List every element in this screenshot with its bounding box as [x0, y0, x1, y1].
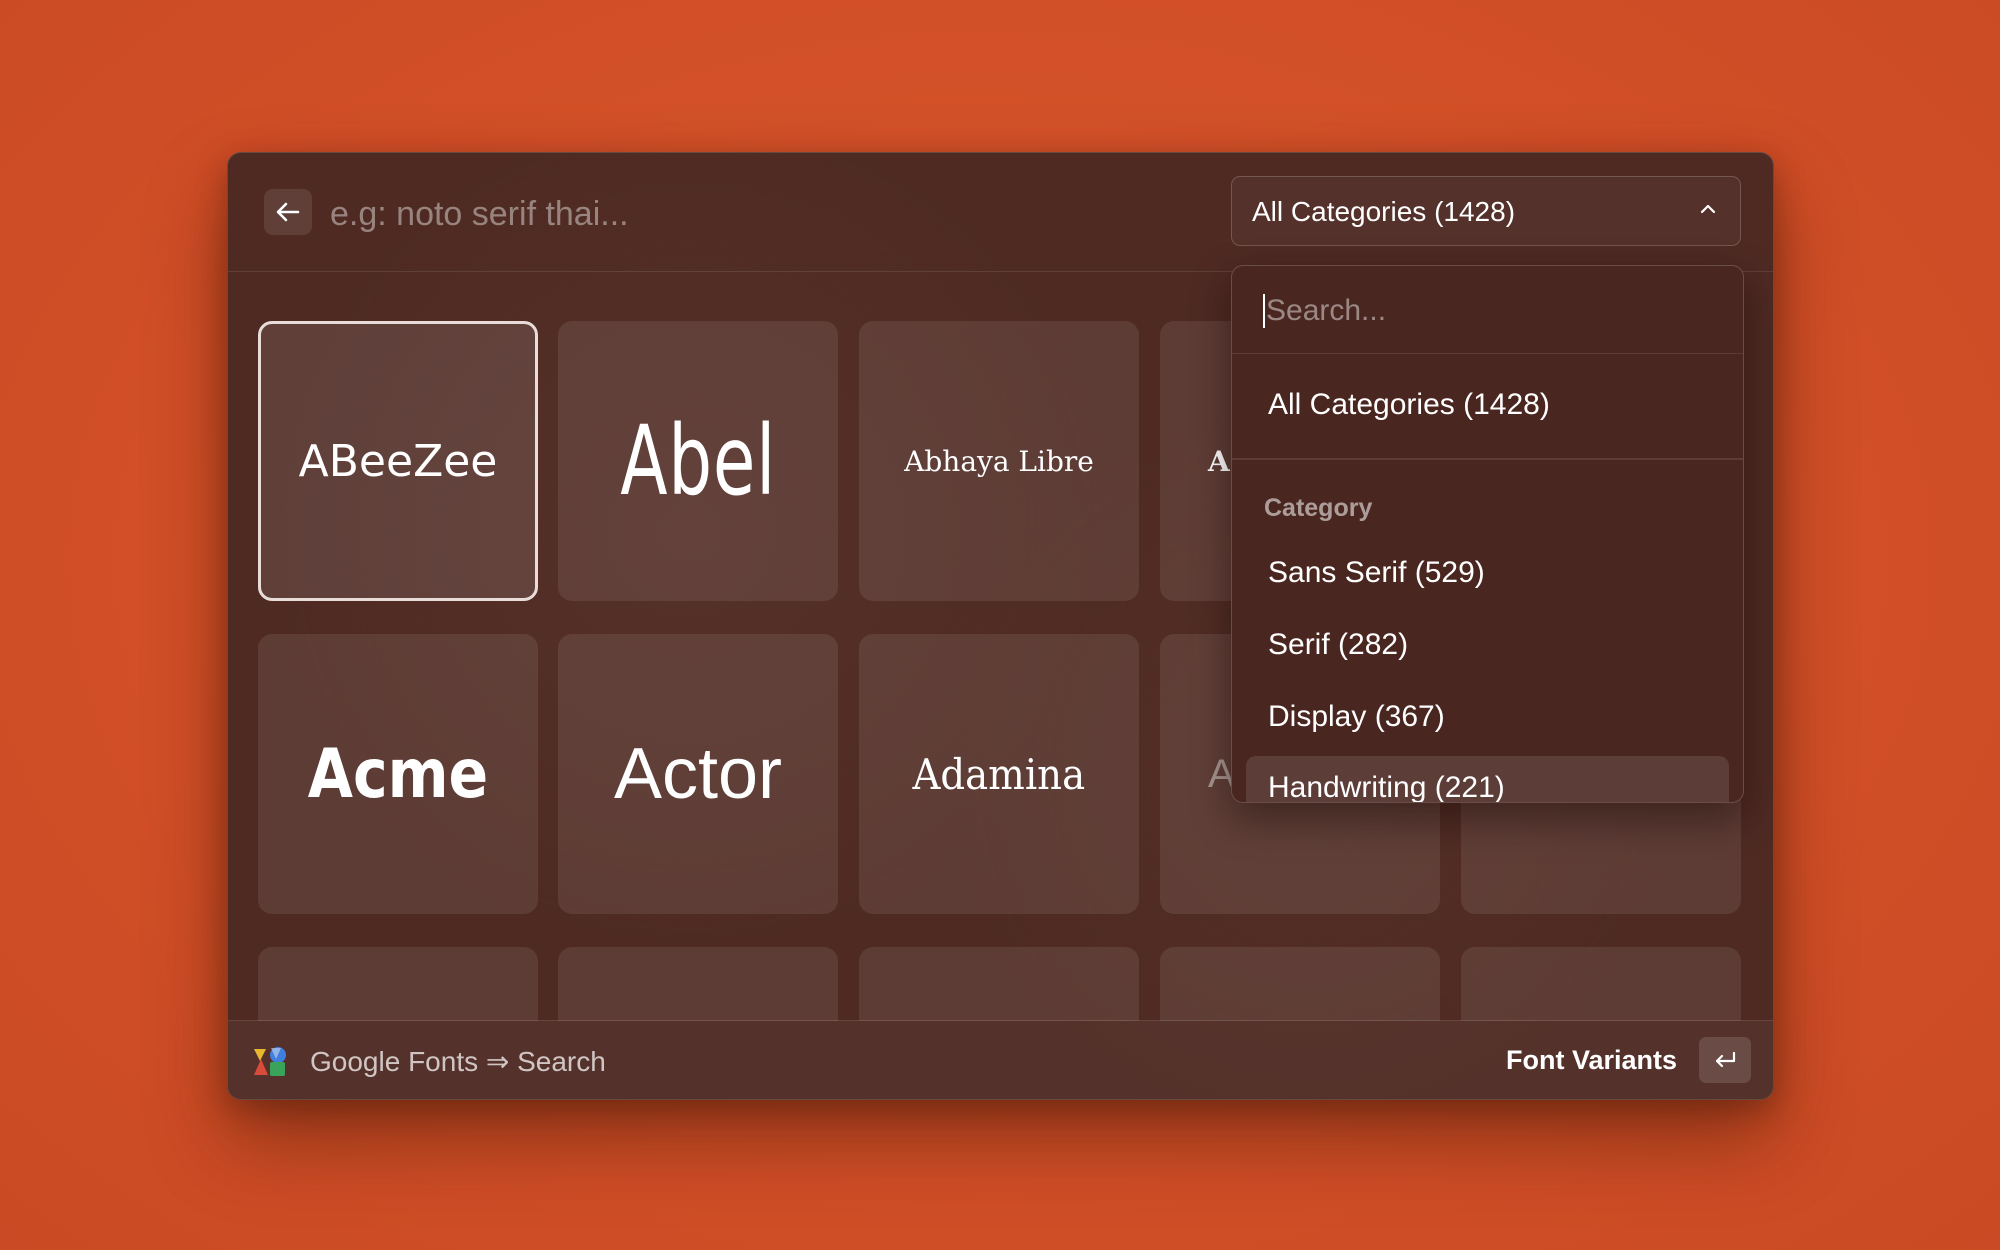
primary-action-label[interactable]: Font Variants: [1506, 1045, 1677, 1076]
category-select[interactable]: All Categories (1428): [1231, 176, 1741, 246]
dropdown-group-label: Category: [1264, 494, 1373, 522]
launcher-window: All Categories (1428) ABeeZee Abel Abhay…: [227, 152, 1774, 1100]
font-card-actor[interactable]: Actor: [558, 634, 838, 914]
action-bar: Google Fonts ⇒ Search Font Variants: [228, 1020, 1773, 1099]
search-header: All Categories (1428): [228, 153, 1773, 272]
font-preview: Abel: [620, 405, 776, 517]
font-card[interactable]: [1160, 947, 1440, 1021]
font-preview: Actor: [613, 734, 783, 814]
category-dropdown: All Categories (1428) Category Sans Seri…: [1231, 265, 1744, 803]
font-preview: Acme: [307, 734, 489, 814]
font-card[interactable]: [258, 947, 538, 1021]
font-card-abeezee[interactable]: ABeeZee: [258, 321, 538, 601]
dropdown-option-sans-serif[interactable]: Sans Serif (529): [1268, 556, 1485, 590]
extension-logo-icon: [254, 1047, 286, 1076]
text-caret: [1263, 294, 1265, 328]
dropdown-option-display[interactable]: Display (367): [1268, 700, 1445, 734]
font-card[interactable]: [1461, 947, 1741, 1021]
dropdown-option-serif[interactable]: Serif (282): [1268, 628, 1408, 662]
divider: [1232, 458, 1743, 460]
enter-key-button[interactable]: [1699, 1037, 1751, 1083]
search-input[interactable]: [328, 185, 1192, 243]
font-card-abhaya-libre[interactable]: Abhaya Libre: [859, 321, 1139, 601]
font-card[interactable]: [859, 947, 1139, 1021]
font-card-abel[interactable]: Abel: [558, 321, 838, 601]
back-button[interactable]: [264, 189, 312, 235]
font-preview: A: [1208, 444, 1230, 478]
dropdown-option-all[interactable]: All Categories (1428): [1268, 388, 1550, 422]
breadcrumb: Google Fonts ⇒ Search: [310, 1046, 606, 1077]
arrow-left-icon: [276, 202, 300, 222]
dropdown-search-input[interactable]: [1264, 284, 1708, 338]
font-preview: ABeeZee: [298, 435, 498, 487]
font-card-acme[interactable]: Acme: [258, 634, 538, 914]
category-select-value: All Categories (1428): [1252, 196, 1516, 227]
font-preview: Adamina: [912, 749, 1086, 799]
font-card-adamina[interactable]: Adamina: [859, 634, 1139, 914]
dropdown-search: [1232, 266, 1743, 354]
font-preview: Abhaya Libre: [904, 444, 1094, 478]
chevron-up-icon: [1700, 204, 1716, 214]
font-card[interactable]: [558, 947, 838, 1021]
dropdown-option-handwriting[interactable]: Handwriting (221): [1268, 771, 1505, 802]
return-key-icon: [1715, 1051, 1736, 1068]
